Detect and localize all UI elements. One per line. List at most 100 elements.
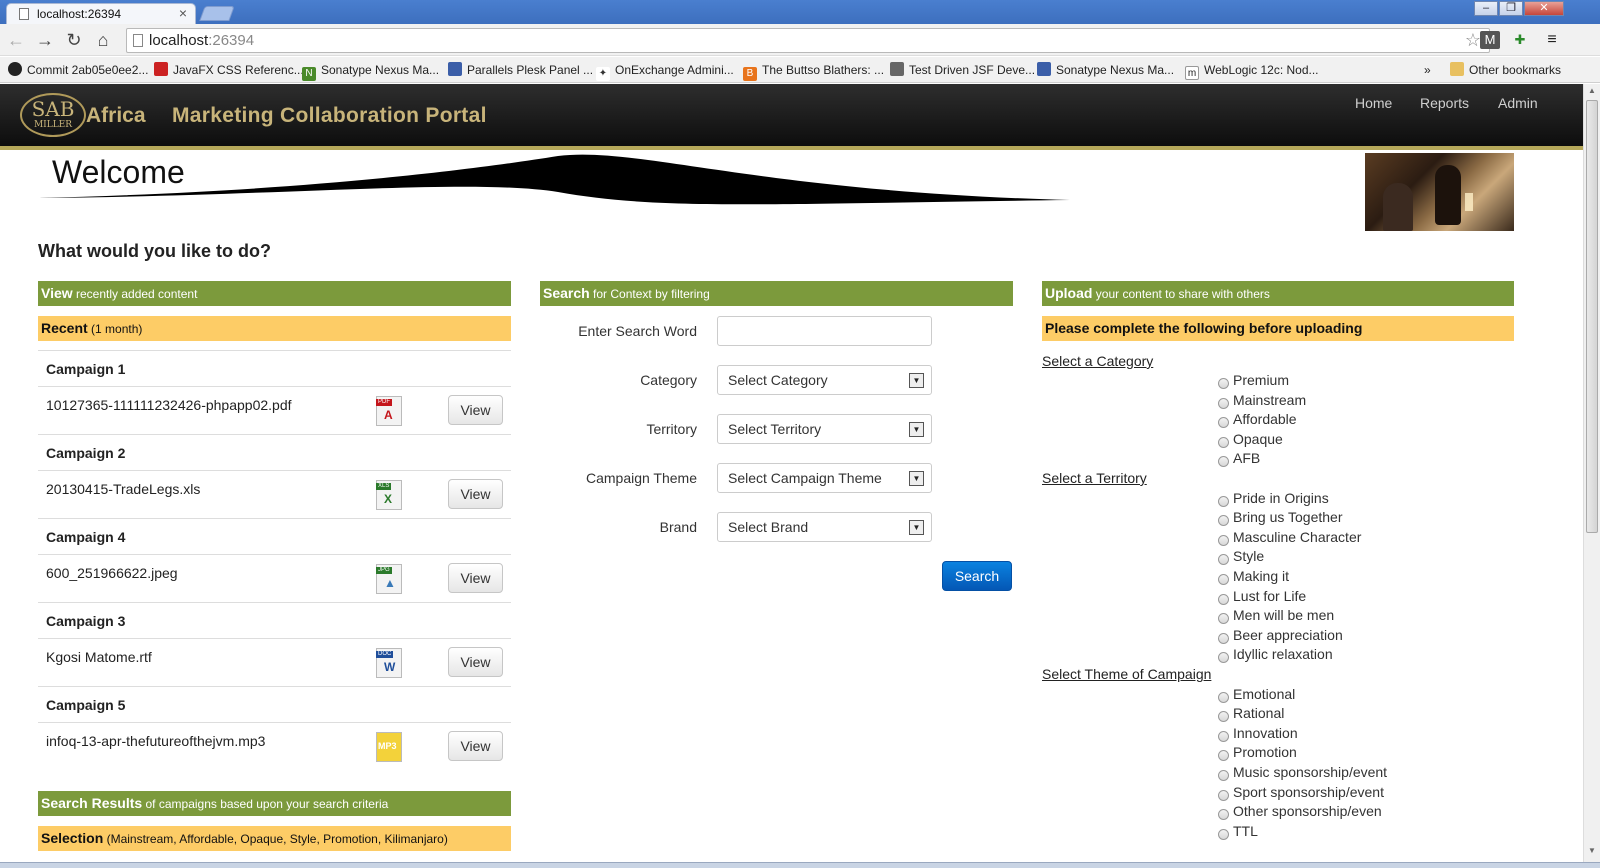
other-bookmarks[interactable]: Other bookmarks — [1450, 61, 1561, 79]
file-name[interactable]: infoq-13-apr-thefutureofthejvm.mp3 — [46, 733, 265, 749]
chevron-down-icon: ▼ — [909, 373, 924, 388]
radio-category-opaque[interactable]: Opaque — [1218, 431, 1283, 448]
radio-theme[interactable]: Emotional — [1218, 686, 1295, 703]
page-viewport: SAB MILLER Africa Marketing Collaboratio… — [0, 84, 1583, 862]
radio-territory[interactable]: Bring us Together — [1218, 509, 1342, 526]
search-button[interactable]: Search — [942, 561, 1012, 591]
radio-category-afb[interactable]: AFB — [1218, 450, 1260, 467]
scroll-down-icon[interactable]: ▼ — [1586, 846, 1598, 858]
reload-icon[interactable]: ↻ — [62, 28, 86, 52]
select-territory-link[interactable]: Select a Territory — [1042, 470, 1147, 486]
file-name[interactable]: 10127365-111111232426-phpapp02.pdf — [46, 397, 292, 413]
bookmark-item[interactable]: JavaFX CSS Referenc... — [154, 61, 304, 79]
back-icon[interactable]: ← — [4, 28, 28, 52]
brand-select[interactable]: Select Brand ▼ — [717, 512, 932, 542]
view-button[interactable]: View — [448, 395, 503, 425]
browser-tabstrip: localhost:26394 × – ❐ ✕ — [0, 0, 1600, 24]
page-icon — [133, 34, 143, 47]
scroll-thumb[interactable] — [1586, 100, 1598, 533]
select-category-link[interactable]: Select a Category — [1042, 353, 1153, 369]
list-item: Kgosi Matome.rtf DOC W View — [38, 638, 511, 686]
view-button[interactable]: View — [448, 647, 503, 677]
radio-territory[interactable]: Lust for Life — [1218, 588, 1306, 605]
jpg-file-icon: JPG ▲ — [376, 564, 402, 594]
campaign-title: Campaign 5 — [38, 686, 511, 722]
radio-territory[interactable]: Idyllic relaxation — [1218, 646, 1333, 663]
search-word-label: Enter Search Word — [578, 323, 697, 339]
extension-puzzle-icon[interactable]: ✚ — [1510, 31, 1530, 49]
radio-theme[interactable]: Promotion — [1218, 744, 1297, 761]
extension-m-icon[interactable]: M — [1480, 31, 1500, 49]
territory-select[interactable]: Select Territory ▼ — [717, 414, 932, 444]
radio-theme[interactable]: Rational — [1218, 705, 1284, 722]
selection-header: Selection (Mainstream, Affordable, Opaqu… — [38, 826, 511, 851]
nav-admin[interactable]: Admin — [1498, 95, 1538, 111]
forward-icon[interactable]: → — [33, 28, 57, 52]
view-button[interactable]: View — [448, 563, 503, 593]
radio-territory[interactable]: Masculine Character — [1218, 529, 1361, 546]
address-bar[interactable]: localhost:26394 ☆ — [126, 28, 1490, 53]
page-scrollbar[interactable]: ▲ ▼ — [1583, 84, 1600, 862]
campaign-title: Campaign 4 — [38, 518, 511, 554]
category-select[interactable]: Select Category ▼ — [717, 365, 932, 395]
bookmark-item[interactable]: Parallels Plesk Panel ... — [448, 61, 593, 79]
campaign-theme-label: Campaign Theme — [585, 470, 697, 486]
bookmark-item[interactable]: ✦ OnExchange Admini... — [596, 61, 734, 81]
radio-territory[interactable]: Style — [1218, 548, 1264, 565]
file-name[interactable]: Kgosi Matome.rtf — [46, 649, 152, 665]
upload-notice: Please complete the following before upl… — [1042, 316, 1514, 341]
file-name[interactable]: 20130415-TradeLegs.xls — [46, 481, 200, 497]
menu-icon[interactable]: ≡ — [1542, 31, 1562, 49]
restore-button[interactable]: ❐ — [1499, 1, 1523, 16]
radio-category-affordable[interactable]: Affordable — [1218, 411, 1297, 428]
bookmark-item[interactable]: Sonatype Nexus Ma... — [1037, 61, 1174, 79]
bookmark-item[interactable]: N Sonatype Nexus Ma... — [302, 61, 439, 81]
radio-theme[interactable]: TTL — [1218, 823, 1258, 840]
bookmark-item[interactable]: m WebLogic 12c: Nod... — [1185, 61, 1319, 80]
minimize-button[interactable]: – — [1474, 1, 1498, 16]
radio-territory[interactable]: Men will be men — [1218, 607, 1334, 624]
radio-territory[interactable]: Making it — [1218, 568, 1289, 585]
xls-file-icon: XLS X — [376, 480, 402, 510]
close-window-button[interactable]: ✕ — [1524, 1, 1564, 16]
oracle-icon — [154, 62, 168, 76]
search-word-input[interactable] — [717, 316, 932, 346]
campaign-theme-select[interactable]: Select Campaign Theme ▼ — [717, 463, 932, 493]
territory-label: Territory — [646, 421, 697, 437]
view-section-header: View recently added content — [38, 281, 511, 306]
radio-theme[interactable]: Music sponsorship/event — [1218, 764, 1387, 781]
radio-theme[interactable]: Sport sponsorship/event — [1218, 784, 1384, 801]
bookmarks-overflow-icon[interactable]: » — [1424, 61, 1431, 79]
scroll-up-icon[interactable]: ▲ — [1586, 86, 1598, 98]
github-icon — [8, 62, 22, 76]
chevron-down-icon: ▼ — [909, 422, 924, 437]
upload-section-header: Upload your content to share with others — [1042, 281, 1514, 306]
new-tab-button[interactable] — [199, 6, 235, 21]
file-name[interactable]: 600_251966622.jpeg — [46, 565, 178, 581]
nav-home[interactable]: Home — [1355, 95, 1392, 111]
bookmark-star-icon[interactable]: ☆ — [1465, 30, 1481, 51]
browser-tab[interactable]: localhost:26394 × — [6, 3, 196, 24]
radio-category-premium[interactable]: Premium — [1218, 372, 1289, 389]
view-button[interactable]: View — [448, 731, 503, 761]
search-section-header: Search for Context by filtering — [540, 281, 1013, 306]
bookmark-item[interactable]: Test Driven JSF Deve... — [890, 61, 1035, 79]
tab-close-icon[interactable]: × — [179, 5, 187, 21]
medium-icon: m — [1185, 66, 1199, 80]
pdf-file-icon: PDF A — [376, 396, 402, 426]
radio-theme[interactable]: Other sponsorship/even — [1218, 803, 1382, 820]
sabmiller-logo[interactable]: SAB MILLER — [20, 93, 86, 137]
radio-territory[interactable]: Pride in Origins — [1218, 490, 1329, 507]
nav-reports[interactable]: Reports — [1420, 95, 1469, 111]
welcome-heading: Welcome — [52, 154, 185, 190]
bookmark-item[interactable]: Commit 2ab05e0ee2... — [8, 61, 148, 79]
category-label: Category — [640, 372, 697, 388]
select-theme-link[interactable]: Select Theme of Campaign — [1042, 666, 1211, 682]
radio-category-mainstream[interactable]: Mainstream — [1218, 392, 1306, 409]
home-icon[interactable]: ⌂ — [91, 28, 115, 52]
view-button[interactable]: View — [448, 479, 503, 509]
bookmark-item[interactable]: B The Buttso Blathers: ... — [743, 61, 884, 81]
list-item: infoq-13-apr-thefutureofthejvm.mp3 MP3 V… — [38, 722, 511, 770]
radio-theme[interactable]: Innovation — [1218, 725, 1298, 742]
radio-territory[interactable]: Beer appreciation — [1218, 627, 1343, 644]
